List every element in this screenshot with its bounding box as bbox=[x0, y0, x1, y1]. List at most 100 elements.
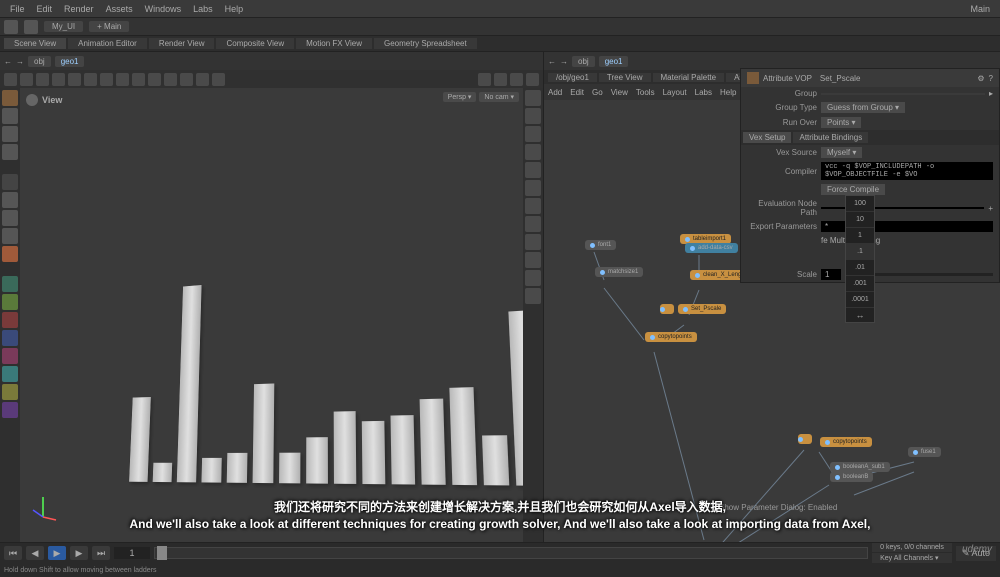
net-menu-add[interactable]: Add bbox=[548, 88, 562, 97]
menu-help[interactable]: Help bbox=[219, 4, 250, 14]
tool-icon[interactable] bbox=[116, 73, 129, 86]
tool-icon[interactable] bbox=[2, 126, 18, 142]
tool-icon[interactable] bbox=[196, 73, 209, 86]
network-node[interactable]: copytopoints bbox=[645, 332, 697, 342]
menu-render[interactable]: Render bbox=[58, 4, 100, 14]
tool-icon[interactable] bbox=[2, 348, 18, 364]
tool-icon[interactable] bbox=[68, 73, 81, 86]
tool-icon[interactable] bbox=[2, 294, 18, 310]
brush-tool-icon[interactable] bbox=[2, 276, 18, 292]
network-node[interactable] bbox=[660, 304, 674, 314]
ladder-step[interactable]: 1 bbox=[846, 228, 874, 244]
net-tab-material[interactable]: Material Palette bbox=[653, 73, 725, 82]
select-tool-icon[interactable] bbox=[2, 90, 18, 106]
tool-icon[interactable] bbox=[2, 144, 18, 160]
tool-icon[interactable] bbox=[525, 126, 541, 142]
tool-icon[interactable] bbox=[525, 180, 541, 196]
tab-scene-view[interactable]: Scene View bbox=[4, 38, 66, 49]
tab-vexsetup[interactable]: Vex Setup bbox=[743, 132, 791, 143]
path-root[interactable]: obj bbox=[28, 56, 51, 67]
tab-attrbindings[interactable]: Attribute Bindings bbox=[793, 132, 868, 143]
tool-icon[interactable] bbox=[525, 288, 541, 304]
tool-icon[interactable] bbox=[2, 210, 18, 226]
tool-icon[interactable] bbox=[478, 73, 491, 86]
persp-dropdown[interactable]: Persp ▾ bbox=[443, 92, 477, 102]
desktop-tab-main[interactable]: + Main bbox=[89, 21, 129, 32]
tool-icon[interactable] bbox=[494, 73, 507, 86]
tool-icon[interactable] bbox=[164, 73, 177, 86]
desktop-label[interactable]: Main bbox=[964, 4, 996, 14]
menu-file[interactable]: File bbox=[4, 4, 31, 14]
net-tab-tree[interactable]: Tree View bbox=[599, 73, 651, 82]
net-tab-path[interactable]: /obj/geo1 bbox=[548, 73, 597, 82]
arrow-tool-icon[interactable] bbox=[2, 174, 18, 190]
menu-labs[interactable]: Labs bbox=[187, 4, 219, 14]
run-over-dropdown[interactable]: Points ▾ bbox=[821, 117, 861, 128]
network-node[interactable] bbox=[798, 434, 812, 444]
tab-anim-editor[interactable]: Animation Editor bbox=[68, 38, 147, 49]
node-name[interactable]: Set_Pscale bbox=[816, 73, 973, 84]
tab-render-view[interactable]: Render View bbox=[149, 38, 215, 49]
tool-icon[interactable] bbox=[84, 73, 97, 86]
tool-icon[interactable] bbox=[2, 192, 18, 208]
path-root[interactable]: obj bbox=[572, 56, 595, 67]
net-menu-view[interactable]: View bbox=[611, 88, 628, 97]
tool-icon[interactable] bbox=[212, 73, 225, 86]
tool-icon[interactable] bbox=[510, 73, 523, 86]
group-picker-icon[interactable]: ▸ bbox=[989, 89, 993, 98]
tool-icon[interactable] bbox=[148, 73, 161, 86]
eye-icon[interactable] bbox=[26, 94, 38, 106]
tool-icon[interactable] bbox=[180, 73, 193, 86]
tool-icon[interactable] bbox=[2, 366, 18, 382]
tool-icon[interactable] bbox=[4, 73, 17, 86]
tool-icon[interactable] bbox=[2, 330, 18, 346]
group-type-dropdown[interactable]: Guess from Group ▾ bbox=[821, 102, 905, 113]
nav-fwd-icon[interactable]: → bbox=[560, 57, 568, 66]
net-menu-layout[interactable]: Layout bbox=[663, 88, 687, 97]
network-node[interactable]: Set_Pscale bbox=[678, 304, 726, 314]
goto-start-button[interactable]: ⏮ bbox=[4, 546, 22, 560]
tab-geo-spreadsheet[interactable]: Geometry Spreadsheet bbox=[374, 38, 477, 49]
ladder-step[interactable]: .01 bbox=[846, 260, 874, 276]
tool-icon[interactable] bbox=[20, 73, 33, 86]
layout-icon[interactable] bbox=[24, 20, 38, 34]
tool-icon[interactable] bbox=[525, 144, 541, 160]
tool-icon[interactable] bbox=[525, 234, 541, 250]
scale-value[interactable]: 1 bbox=[821, 269, 841, 280]
ladder-step[interactable]: .001 bbox=[846, 276, 874, 292]
network-node[interactable]: add-data-csv bbox=[685, 243, 738, 253]
menu-windows[interactable]: Windows bbox=[139, 4, 188, 14]
tab-composite[interactable]: Composite View bbox=[216, 38, 294, 49]
force-compile-button[interactable]: Force Compile bbox=[821, 184, 885, 195]
network-node[interactable]: copytopoints bbox=[820, 437, 872, 447]
keys-info[interactable]: 0 keys, 0/0 channels bbox=[872, 543, 952, 552]
op-picker-icon[interactable]: + bbox=[988, 204, 993, 213]
step-back-button[interactable]: ◀ bbox=[26, 546, 44, 560]
tool-icon[interactable] bbox=[2, 228, 18, 244]
net-menu-tools[interactable]: Tools bbox=[636, 88, 655, 97]
network-node[interactable]: booleanA_sub1 bbox=[830, 462, 890, 472]
tool-icon[interactable] bbox=[525, 162, 541, 178]
menu-edit[interactable]: Edit bbox=[31, 4, 59, 14]
step-fwd-button[interactable]: ▶ bbox=[70, 546, 88, 560]
net-menu-edit[interactable]: Edit bbox=[570, 88, 584, 97]
key-channels-dropdown[interactable]: Key All Channels ▾ bbox=[872, 553, 952, 563]
ladder-step[interactable]: 100 bbox=[846, 196, 874, 212]
path-geo[interactable]: geo1 bbox=[599, 56, 629, 67]
help-icon[interactable]: ? bbox=[989, 74, 993, 83]
compiler-input[interactable]: vcc -q $VOP_INCLUDEPATH -o $VOP_OBJECTFI… bbox=[821, 162, 993, 180]
tool-icon[interactable] bbox=[525, 108, 541, 124]
net-menu-help[interactable]: Help bbox=[720, 88, 736, 97]
value-ladder[interactable]: 100 10 1 .1 .01 .001 .0001 ↔ bbox=[845, 195, 875, 323]
tool-icon[interactable] bbox=[52, 73, 65, 86]
tool-icon[interactable] bbox=[2, 108, 18, 124]
path-geo[interactable]: geo1 bbox=[55, 56, 85, 67]
tool-icon[interactable] bbox=[526, 73, 539, 86]
desktop-tab-myui[interactable]: My_UI bbox=[44, 21, 83, 32]
goto-end-button[interactable]: ⏭ bbox=[92, 546, 110, 560]
camera-dropdown[interactable]: No cam ▾ bbox=[479, 92, 519, 102]
network-node[interactable]: font1 bbox=[585, 240, 616, 250]
network-node[interactable]: matchsize1 bbox=[595, 267, 643, 277]
tool-icon[interactable] bbox=[2, 384, 18, 400]
group-input[interactable] bbox=[821, 93, 985, 95]
